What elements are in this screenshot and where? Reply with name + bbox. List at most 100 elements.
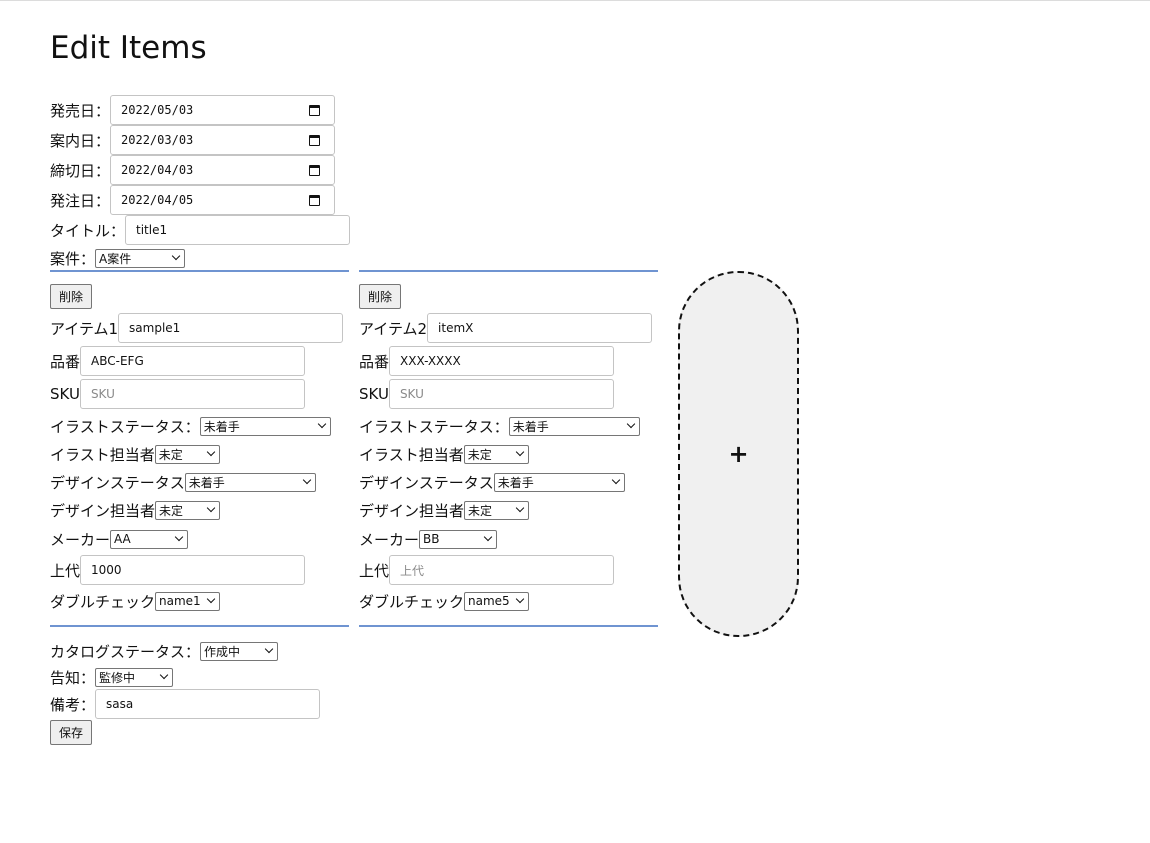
- item1-sku-input[interactable]: SKU: [79, 379, 305, 409]
- catalog-status-select[interactable]: 作成中: [200, 641, 279, 661]
- item2-part-input[interactable]: XXX-XXXX: [389, 346, 615, 376]
- title-input[interactable]: title1: [125, 215, 351, 245]
- item1-design-owner-value: 未定: [159, 503, 184, 518]
- item1-double-check-row: ダブルチェック name1: [50, 586, 221, 616]
- item1-illust-owner-row: イラスト担当者 未定: [50, 439, 220, 469]
- item2-design-status-row: デザインステータス 未着手: [359, 467, 625, 497]
- order-date-label: 発注日：: [50, 191, 111, 210]
- notice-date-input[interactable]: 2022/03/03: [110, 125, 336, 155]
- item1-sku-row: SKU SKU: [50, 379, 305, 409]
- item2-double-check-label: ダブルチェック: [359, 592, 465, 611]
- order-date-row: 発注日： 2022/04/05: [50, 185, 336, 215]
- item2-maker-value: BB: [423, 532, 440, 546]
- item2-maker-select[interactable]: BB: [419, 529, 498, 549]
- item1-design-owner-select[interactable]: 未定: [155, 500, 221, 520]
- item1-top-divider: [50, 270, 349, 272]
- item2-sku-label: SKU: [359, 385, 389, 403]
- remarks-input[interactable]: sasa: [95, 689, 321, 719]
- item2-name-input[interactable]: itemX: [427, 313, 653, 343]
- item2-maker-label: メーカー: [359, 530, 420, 549]
- project-select[interactable]: A案件: [95, 248, 186, 268]
- announcement-select[interactable]: 監修中: [95, 667, 174, 687]
- project-select-value: A案件: [99, 251, 132, 266]
- item1-illust-owner-select[interactable]: 未定: [154, 444, 220, 464]
- chevron-down-icon: [515, 594, 525, 604]
- title-label: タイトル：: [50, 221, 126, 240]
- item2-price-input[interactable]: 上代: [389, 555, 615, 585]
- item2-illust-owner-select[interactable]: 未定: [463, 444, 529, 464]
- item2-illust-status-row: イラストステータス： 未着手: [359, 411, 640, 441]
- item1-design-owner-label: デザイン担当者: [50, 501, 156, 520]
- item2-illust-owner-label: イラスト担当者: [359, 445, 464, 464]
- remarks-row: 備考： sasa: [50, 689, 321, 719]
- item1-design-owner-row: デザイン担当者 未定: [50, 495, 221, 525]
- item2-design-status-label: デザインステータス: [359, 473, 494, 492]
- calendar-icon[interactable]: [309, 134, 321, 146]
- chevron-down-icon: [515, 447, 524, 457]
- item1-design-status-label: デザインステータス: [50, 473, 185, 492]
- item1-part-input[interactable]: ABC-EFG: [80, 346, 306, 376]
- item2-design-status-value: 未着手: [497, 475, 534, 490]
- item1-maker-label: メーカー: [50, 530, 111, 549]
- announcement-row: 告知： 監修中: [50, 662, 174, 692]
- item1-illust-status-row: イラストステータス： 未着手: [50, 411, 331, 441]
- item2-maker-row: メーカー BB: [359, 524, 498, 554]
- add-item-button[interactable]: +: [678, 271, 799, 637]
- item2-illust-status-label: イラストステータス：: [359, 417, 509, 436]
- item1-name-input[interactable]: sample1: [118, 313, 344, 343]
- notice-date-label: 案内日：: [50, 131, 111, 150]
- item1-illust-owner-value: 未定: [158, 447, 183, 462]
- item1-double-check-label: ダブルチェック: [50, 592, 156, 611]
- announcement-value: 監修中: [99, 670, 136, 685]
- remarks-label: 備考：: [50, 695, 96, 714]
- item2-name-label: アイテム2: [359, 319, 428, 338]
- item1-illust-status-value: 未着手: [203, 419, 240, 434]
- catalog-status-value: 作成中: [204, 644, 241, 659]
- deadline-date-value: 2022/04/03: [121, 163, 194, 177]
- item2-part-label: 品番: [359, 352, 390, 371]
- order-date-input[interactable]: 2022/04/05: [110, 185, 336, 215]
- item2-sku-input[interactable]: SKU: [388, 379, 614, 409]
- item1-illust-owner-label: イラスト担当者: [50, 445, 155, 464]
- item2-illust-status-select[interactable]: 未着手: [508, 416, 640, 436]
- save-button[interactable]: 保存: [50, 720, 92, 745]
- order-date-value: 2022/04/05: [121, 193, 194, 207]
- item2-design-owner-row: デザイン担当者 未定: [359, 495, 530, 525]
- item2-double-check-select[interactable]: name5: [464, 591, 530, 611]
- item2-design-owner-label: デザイン担当者: [359, 501, 465, 520]
- item2-top-divider: [359, 270, 658, 272]
- calendar-icon[interactable]: [309, 194, 321, 206]
- chevron-down-icon: [483, 532, 493, 542]
- item1-double-check-select[interactable]: name1: [155, 591, 221, 611]
- calendar-icon[interactable]: [309, 164, 321, 176]
- item1-maker-select[interactable]: AA: [110, 529, 189, 549]
- item2-part-row: 品番 XXX-XXXX: [359, 346, 615, 376]
- item2-bottom-divider: [359, 625, 658, 627]
- item2-design-status-select[interactable]: 未着手: [493, 472, 625, 492]
- chevron-down-icon: [317, 419, 326, 429]
- item1-design-status-value: 未着手: [188, 475, 225, 490]
- item1-design-status-row: デザインステータス 未着手: [50, 467, 316, 497]
- item1-price-input[interactable]: 1000: [80, 555, 306, 585]
- item1-part-label: 品番: [50, 352, 81, 371]
- item1-delete-button[interactable]: 削除: [50, 284, 92, 309]
- chevron-down-icon: [206, 594, 216, 604]
- deadline-date-label: 締切日：: [50, 161, 111, 180]
- release-date-input[interactable]: 2022/05/03: [110, 95, 336, 125]
- deadline-date-input[interactable]: 2022/04/03: [110, 155, 336, 185]
- item1-bottom-divider: [50, 625, 349, 627]
- item2-illust-owner-row: イラスト担当者 未定: [359, 439, 529, 469]
- item1-maker-value: AA: [114, 532, 131, 546]
- item1-part-row: 品番 ABC-EFG: [50, 346, 306, 376]
- item1-design-status-select[interactable]: 未着手: [184, 472, 316, 492]
- item2-design-owner-select[interactable]: 未定: [464, 500, 530, 520]
- item1-price-row: 上代 1000: [50, 555, 306, 585]
- item2-double-check-value: name5: [468, 594, 510, 608]
- item1-illust-status-label: イラストステータス：: [50, 417, 200, 436]
- item2-delete-button[interactable]: 削除: [359, 284, 401, 309]
- notice-date-row: 案内日： 2022/03/03: [50, 125, 336, 155]
- item1-illust-status-select[interactable]: 未着手: [199, 416, 331, 436]
- release-date-row: 発売日： 2022/05/03: [50, 95, 336, 125]
- calendar-icon[interactable]: [309, 104, 321, 116]
- plus-icon: +: [728, 440, 749, 468]
